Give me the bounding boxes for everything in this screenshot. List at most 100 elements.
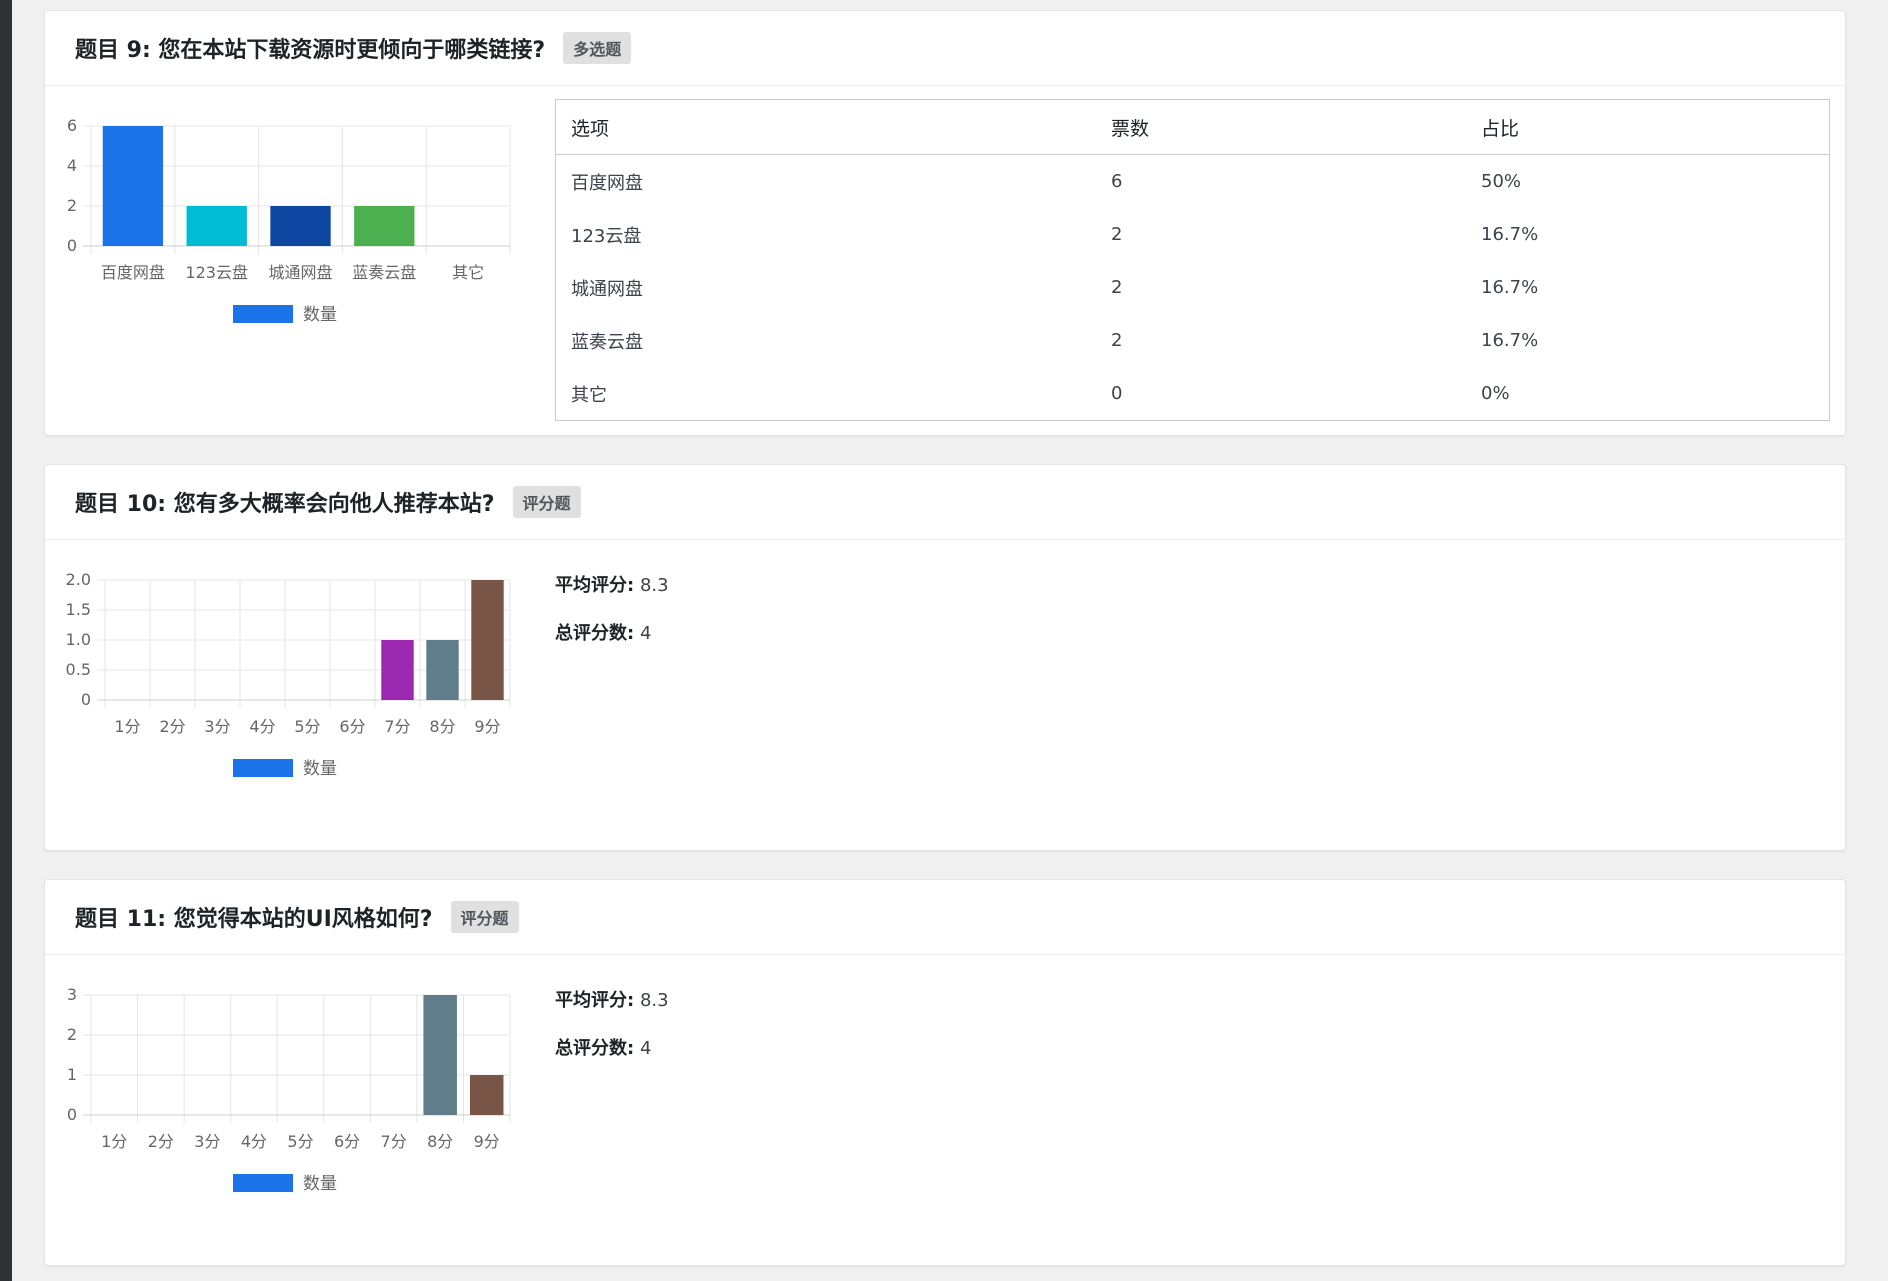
- percent-cell: 0%: [1481, 383, 1510, 404]
- percent-cell: 16.7%: [1481, 224, 1539, 245]
- question-type-badge: 评分题: [512, 486, 581, 518]
- y-tick-label: 2.0: [66, 570, 91, 589]
- x-tick-label: 百度网盘: [101, 263, 165, 282]
- question-header: 题目 9: 您在本站下载资源时更倾向于哪类链接? 多选题: [45, 11, 1845, 86]
- x-tick-label: 其它: [452, 263, 484, 282]
- bar-chart-q10: 0 0.5 1.0 1.5 2.0 1分 2分 3分 4分 5分 6分 7分 8分 9分数量: [66, 570, 511, 779]
- bar: [381, 640, 414, 700]
- bar-chart-q9: 0 2 4 6 百度网盘 123云盘 城通网盘 蓝奏云盘 其它数量: [67, 116, 511, 325]
- percent-cell: 16.7%: [1481, 277, 1539, 298]
- question-card-10: 题目 10: 您有多大概率会向他人推荐本站? 评分题 0 0.5 1.0 1.5 2.0…: [44, 464, 1846, 851]
- question-type-badge: 多选题: [563, 32, 632, 64]
- x-tick-label: 8分: [427, 1132, 453, 1151]
- x-tick-label: 3分: [204, 717, 230, 736]
- bar-chart-q11: 0 1 2 3 1分 2分 3分 4分 5分 6分 7分 8分 9分数量: [67, 985, 511, 1194]
- question-title: 题目 11: 您觉得本站的UI风格如何?: [75, 907, 433, 932]
- y-tick-label: 0.5: [66, 660, 91, 679]
- x-tick-label: 4分: [249, 717, 275, 736]
- y-tick-label: 0: [67, 1105, 77, 1124]
- x-tick-label: 123云盘: [185, 263, 248, 282]
- legend-label: 数量: [303, 1174, 337, 1194]
- y-tick-label: 3: [67, 985, 77, 1004]
- x-tick-label: 6分: [339, 717, 365, 736]
- x-tick-label: 2分: [148, 1132, 174, 1151]
- column-header-percent: 占比: [1466, 99, 1830, 155]
- total-ratings-row: 总评分数: 4: [555, 617, 669, 665]
- bar: [270, 206, 331, 246]
- option-cell: 蓝奏云盘: [571, 331, 643, 353]
- x-tick-label: 蓝奏云盘: [352, 263, 416, 282]
- column-header-votes: 票数: [1096, 99, 1466, 155]
- average-rating-row: 平均评分: 8.3: [555, 569, 669, 617]
- option-cell: 城通网盘: [571, 278, 643, 300]
- question-type-badge: 评分题: [450, 901, 519, 933]
- x-tick-label: 城通网盘: [268, 263, 332, 282]
- votes-table: 选项 票数 占比 百度网盘 6 50% 123云盘 2 16.7% 城通网盘 2…: [555, 99, 1830, 421]
- admin-sidebar-edge: [0, 0, 12, 1281]
- total-ratings-row: 总评分数: 4: [555, 1032, 669, 1080]
- table-header-row: 选项 票数 占比: [555, 99, 1830, 155]
- votes-cell: 2: [1111, 224, 1123, 245]
- legend-swatch: [233, 305, 293, 323]
- option-cell: 百度网盘: [571, 172, 643, 194]
- average-rating-label: 平均评分:: [555, 575, 635, 596]
- bar: [426, 640, 459, 700]
- total-ratings-value: 4: [639, 1038, 652, 1059]
- option-cell: 123云盘: [571, 225, 642, 247]
- votes-cell: 2: [1111, 277, 1123, 298]
- y-tick-label: 0: [67, 236, 77, 255]
- x-tick-label: 1分: [101, 1132, 127, 1151]
- table-row: 城通网盘 2 16.7%: [556, 261, 1830, 314]
- average-rating-value: 8.3: [639, 990, 669, 1011]
- y-tick-label: 2: [67, 196, 77, 215]
- bar: [423, 995, 457, 1115]
- x-tick-label: 8分: [429, 717, 455, 736]
- x-tick-label: 9分: [474, 717, 500, 736]
- question-header: 题目 10: 您有多大概率会向他人推荐本站? 评分题: [45, 465, 1845, 540]
- bar: [469, 1075, 504, 1115]
- average-rating-value: 8.3: [639, 575, 669, 596]
- votes-cell: 6: [1111, 171, 1123, 192]
- bar: [354, 206, 415, 246]
- y-tick-label: 0: [81, 690, 91, 709]
- votes-cell: 0: [1111, 383, 1123, 404]
- table-row: 蓝奏云盘 2 16.7%: [556, 314, 1830, 367]
- bar: [102, 126, 164, 246]
- y-tick-label: 1: [67, 1065, 77, 1084]
- x-tick-label: 2分: [159, 717, 185, 736]
- table-row: 123云盘 2 16.7%: [556, 208, 1830, 261]
- x-tick-label: 1分: [114, 717, 140, 736]
- legend-label: 数量: [303, 759, 337, 779]
- y-tick-label: 1.5: [66, 600, 91, 619]
- question-title: 题目 9: 您在本站下载资源时更倾向于哪类链接?: [75, 38, 546, 63]
- rating-stats: 平均评分: 8.3 总评分数: 4: [555, 984, 669, 1080]
- y-tick-label: 6: [67, 116, 77, 135]
- legend-label: 数量: [303, 305, 337, 325]
- votes-cell: 2: [1111, 330, 1123, 351]
- x-tick-label: 7分: [384, 717, 410, 736]
- bar: [186, 206, 247, 246]
- average-rating-row: 平均评分: 8.3: [555, 984, 669, 1032]
- question-title: 题目 10: 您有多大概率会向他人推荐本站?: [75, 492, 495, 517]
- table-row: 百度网盘 6 50%: [556, 155, 1830, 209]
- total-ratings-value: 4: [639, 623, 652, 644]
- x-tick-label: 4分: [241, 1132, 267, 1151]
- x-tick-label: 7分: [381, 1132, 407, 1151]
- question-header: 题目 11: 您觉得本站的UI风格如何? 评分题: [45, 880, 1845, 955]
- y-tick-label: 2: [67, 1025, 77, 1044]
- x-tick-label: 3分: [194, 1132, 220, 1151]
- x-tick-label: 6分: [334, 1132, 360, 1151]
- table-row: 其它 0 0%: [556, 367, 1830, 421]
- y-tick-label: 1.0: [66, 630, 91, 649]
- rating-stats: 平均评分: 8.3 总评分数: 4: [555, 569, 669, 665]
- percent-cell: 50%: [1481, 171, 1522, 192]
- legend-swatch: [233, 759, 293, 777]
- total-ratings-label: 总评分数:: [555, 623, 635, 644]
- question-card-9: 题目 9: 您在本站下载资源时更倾向于哪类链接? 多选题 0 2 4 6 百度网盘 123…: [44, 10, 1846, 436]
- option-cell: 其它: [571, 384, 607, 406]
- legend-swatch: [233, 1174, 293, 1192]
- total-ratings-label: 总评分数:: [555, 1038, 635, 1059]
- y-tick-label: 4: [67, 156, 77, 175]
- average-rating-label: 平均评分:: [555, 990, 635, 1011]
- percent-cell: 16.7%: [1481, 330, 1539, 351]
